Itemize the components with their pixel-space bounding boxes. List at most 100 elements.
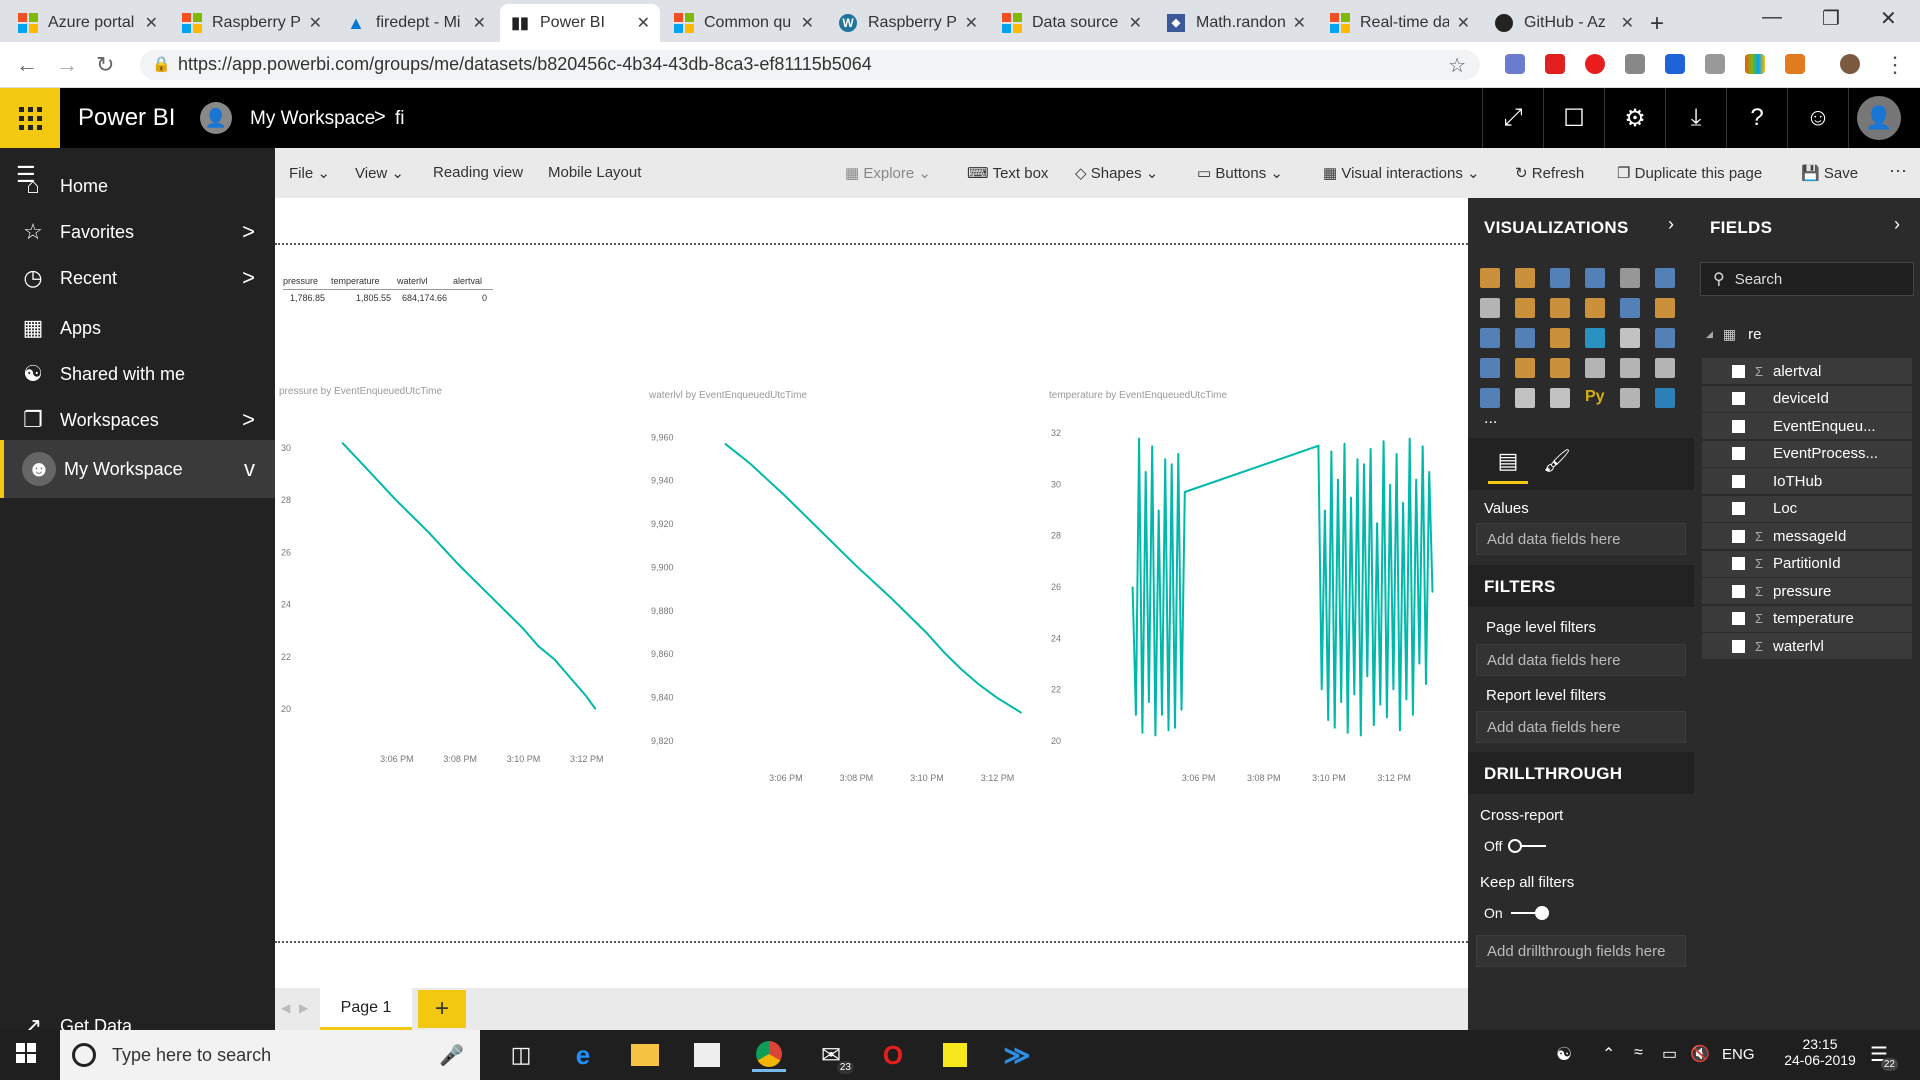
field-checkbox[interactable]: [1732, 612, 1745, 625]
visual-type-icon[interactable]: [1480, 328, 1500, 348]
visual-type-icon[interactable]: [1620, 298, 1640, 318]
chrome-icon[interactable]: [752, 1038, 786, 1072]
browser-tab[interactable]: Data source ✕: [992, 4, 1152, 42]
extension-icon[interactable]: [1745, 54, 1765, 74]
field-checkbox[interactable]: [1732, 364, 1745, 378]
nav-item-shared-with-me[interactable]: ☯ Shared with me: [0, 348, 275, 400]
view-menu[interactable]: View ⌄: [355, 164, 404, 182]
field-item[interactable]: Σtemperature: [1702, 605, 1912, 632]
visual-type-icon[interactable]: [1655, 358, 1675, 378]
feedback-smiley-icon[interactable]: ☺: [1787, 88, 1848, 148]
browser-tab[interactable]: GitHub - Az ✕: [1484, 4, 1644, 42]
comment-icon[interactable]: ☐: [1543, 88, 1604, 148]
extension-icon[interactable]: [1785, 54, 1805, 74]
field-item[interactable]: EventEnqueu...: [1702, 413, 1912, 439]
field-checkbox[interactable]: [1732, 584, 1745, 598]
visual-type-icon[interactable]: [1480, 388, 1500, 408]
extension-icon[interactable]: [1505, 54, 1525, 74]
browser-tab[interactable]: W Raspberry Pi ✕: [828, 4, 988, 42]
visual-type-icon[interactable]: [1515, 388, 1535, 408]
close-tab-icon[interactable]: ✕: [1293, 13, 1306, 33]
close-window-button[interactable]: ✕: [1880, 6, 1897, 31]
close-tab-icon[interactable]: ✕: [309, 13, 322, 33]
visual-type-icon[interactable]: [1620, 268, 1640, 288]
buttons-menu[interactable]: ▭ Buttons ⌄: [1197, 164, 1283, 182]
visual-interactions-menu[interactable]: ▦ Visual interactions ⌄: [1323, 164, 1480, 182]
file-menu[interactable]: File ⌄: [289, 164, 330, 182]
more-options-icon[interactable]: ···: [1889, 160, 1907, 181]
breadcrumb-workspace[interactable]: My Workspace: [250, 108, 375, 130]
nav-item-home[interactable]: ⌂ Home: [0, 160, 275, 212]
field-checkbox[interactable]: [1732, 392, 1745, 405]
help-icon[interactable]: ?: [1726, 88, 1787, 148]
field-checkbox[interactable]: [1732, 419, 1745, 433]
visual-type-icon[interactable]: [1655, 328, 1675, 348]
close-tab-icon[interactable]: ✕: [1457, 13, 1470, 33]
browser-tab[interactable]: ◆ Math.randon ✕: [1156, 4, 1316, 42]
more-visuals-icon[interactable]: ...: [1484, 410, 1497, 428]
add-page-button[interactable]: +: [418, 990, 466, 1028]
browser-tab[interactable]: Common qu ✕: [664, 4, 824, 42]
temperature-line-chart[interactable]: temperature by EventEnqueuedUtcTime 20 22…: [1049, 390, 1449, 820]
download-icon[interactable]: ⤓: [1665, 88, 1726, 148]
close-tab-icon[interactable]: ✕: [801, 13, 814, 33]
field-item[interactable]: Loc: [1702, 495, 1912, 522]
opera-extension-icon[interactable]: [1585, 54, 1605, 74]
app-name[interactable]: Power BI: [78, 104, 175, 132]
visual-type-icon[interactable]: [1550, 388, 1570, 408]
cross-report-toggle[interactable]: Off: [1484, 838, 1547, 854]
field-item[interactable]: Σwaterlvl: [1702, 633, 1912, 659]
visual-type-icon[interactable]: [1550, 268, 1570, 288]
refresh-button[interactable]: ↻ Refresh: [1515, 164, 1584, 182]
bookmark-star-icon[interactable]: ☆: [1448, 53, 1466, 78]
new-tab-button[interactable]: +: [1650, 10, 1664, 38]
visual-type-icon[interactable]: [1585, 328, 1605, 348]
nav-item-my-workspace[interactable]: ☻ My Workspace v: [0, 440, 275, 498]
browser-tab[interactable]: ▮▮ Power BI ✕: [500, 4, 660, 42]
settings-gear-icon[interactable]: ⚙: [1604, 88, 1665, 148]
duplicate-page-button[interactable]: ❐ Duplicate this page: [1617, 164, 1762, 182]
nav-item-favorites[interactable]: ☆ Favorites >: [0, 206, 275, 258]
values-dropzone[interactable]: Add data fields here: [1476, 523, 1686, 555]
close-tab-icon[interactable]: ✕: [473, 13, 486, 33]
fields-tab-icon[interactable]: ▤: [1488, 448, 1528, 484]
collapse-fields-icon[interactable]: ›: [1894, 214, 1900, 235]
page-filters-dropzone[interactable]: Add data fields here: [1476, 644, 1686, 676]
nav-item-workspaces[interactable]: ❐ Workspaces >: [0, 394, 275, 446]
visual-type-icon[interactable]: [1620, 388, 1640, 408]
browser-tab[interactable]: Real-time da ✕: [1320, 4, 1480, 42]
keep-filters-toggle[interactable]: On: [1484, 905, 1549, 921]
extension-icon[interactable]: [1665, 54, 1685, 74]
field-item[interactable]: ΣmessageId: [1702, 523, 1912, 549]
visual-type-icon[interactable]: [1655, 388, 1675, 408]
extension-icon[interactable]: [1545, 54, 1565, 74]
reading-view-button[interactable]: Reading view: [433, 164, 523, 181]
visual-type-icon[interactable]: [1620, 358, 1640, 378]
drillthrough-dropzone[interactable]: Add drillthrough fields here: [1476, 935, 1686, 967]
vscode-icon[interactable]: ≫: [1000, 1038, 1034, 1072]
show-hidden-icons[interactable]: ⌃: [1602, 1044, 1615, 1064]
visual-type-icon[interactable]: [1480, 268, 1500, 288]
file-explorer-icon[interactable]: [628, 1038, 662, 1072]
language-indicator[interactable]: ENG: [1722, 1046, 1755, 1063]
mobile-layout-button[interactable]: Mobile Layout: [548, 164, 641, 181]
visual-type-icon[interactable]: [1550, 328, 1570, 348]
wifi-icon[interactable]: ≈: [1634, 1044, 1643, 1062]
field-item[interactable]: Σpressure: [1702, 578, 1912, 604]
visual-type-icon[interactable]: [1515, 298, 1535, 318]
microphone-icon[interactable]: 🎤: [439, 1043, 464, 1068]
visual-type-icon[interactable]: [1585, 358, 1605, 378]
close-tab-icon[interactable]: ✕: [1129, 13, 1142, 33]
shapes-menu[interactable]: ◇ Shapes ⌄: [1075, 164, 1158, 182]
pressure-line-chart[interactable]: pressure by EventEnqueuedUtcTime 20 22 24 2…: [279, 386, 637, 816]
visual-type-icon[interactable]: [1480, 298, 1500, 318]
action-center-icon[interactable]: ☰ 22: [1870, 1042, 1898, 1071]
report-filters-dropzone[interactable]: Add data fields here: [1476, 711, 1686, 743]
forward-icon[interactable]: →: [56, 52, 78, 78]
field-item[interactable]: Σalertval: [1702, 358, 1912, 384]
field-checkbox[interactable]: [1732, 502, 1745, 515]
browser-tab[interactable]: Azure portal ✕: [8, 4, 168, 42]
visual-type-icon[interactable]: [1585, 268, 1605, 288]
save-button[interactable]: 💾 Save: [1801, 164, 1858, 182]
field-checkbox[interactable]: [1732, 474, 1745, 488]
